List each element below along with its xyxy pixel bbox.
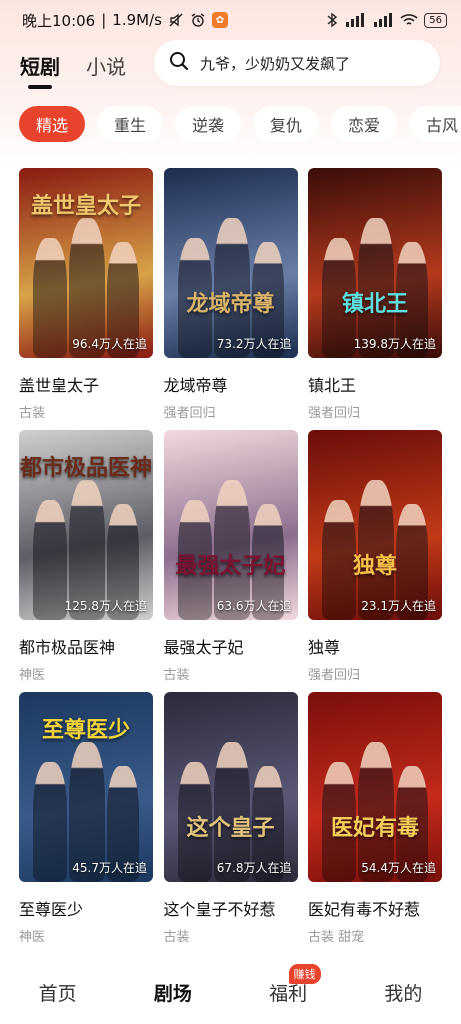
view-count: 45.7万人在追	[72, 861, 147, 875]
nav-label: 我的	[384, 982, 423, 1005]
bluetooth-icon	[326, 12, 338, 28]
wifi-icon	[400, 13, 418, 27]
category-chips: 精选 重生 逆袭 复仇 恋爱 古风	[19, 106, 461, 142]
drama-title[interactable]: 最强太子妃	[164, 634, 298, 658]
drama-card[interactable]: 最强太子妃 63.6万人在追 最强太子妃 古装	[163, 430, 298, 683]
drama-title[interactable]: 至尊医少	[19, 896, 153, 920]
drama-tag: 强者回归	[163, 406, 216, 421]
drama-tag: 古装	[19, 406, 46, 421]
drama-poster[interactable]: 都市极品医神 125.8万人在追	[19, 430, 153, 620]
nav-home[interactable]: 首页	[0, 960, 115, 1024]
view-count: 63.6万人在追	[216, 599, 292, 613]
category-chip[interactable]: 精选	[19, 106, 85, 142]
drama-tag: 强者回归	[308, 668, 361, 683]
category-chip[interactable]: 复仇	[253, 106, 319, 142]
bottom-nav: 首页 剧场 福利 赚钱 我的	[0, 960, 461, 1024]
drama-poster[interactable]: 至尊医少 45.7万人在追	[19, 692, 153, 882]
drama-tag: 古装	[163, 930, 190, 945]
drama-tag: 古装 甜宠	[308, 930, 365, 945]
view-count: 139.8万人在追	[353, 337, 436, 351]
category-chip[interactable]: 重生	[97, 106, 163, 142]
drama-title[interactable]: 龙域帝尊	[164, 372, 298, 396]
poster-title-art: 盖世皇太子	[30, 193, 141, 219]
view-count: 23.1万人在追	[361, 599, 436, 613]
top-header: 短剧 小说 九爷，少奶奶又发飙了	[0, 40, 461, 90]
drama-title[interactable]: 都市极品医神	[19, 634, 153, 658]
view-count: 96.4万人在追	[72, 337, 147, 351]
poster-title-art: 医妃有毒	[330, 815, 419, 841]
view-count: 67.8万人在追	[216, 861, 292, 875]
mute-icon	[168, 12, 184, 28]
drama-card[interactable]: 镇北王 139.8万人在追 镇北王 强者回归	[308, 168, 442, 421]
drama-card[interactable]: 这个皇子 67.8万人在追这个皇子不好惹古装	[163, 692, 298, 945]
drama-title[interactable]: 镇北王	[308, 372, 442, 396]
drama-card[interactable]: 盖世皇太子 96.4万人在追 盖世皇太子 古装	[19, 168, 153, 421]
drama-card[interactable]: 独尊 23.1万人在追 独尊 强者回归	[308, 430, 442, 683]
status-speed: 1.9M/s	[112, 11, 162, 29]
status-divider: |	[101, 11, 107, 29]
poster-title-art: 龙域帝尊	[186, 291, 275, 317]
tab-short-drama[interactable]: 短剧	[20, 51, 60, 89]
alarm-icon	[190, 12, 206, 28]
nav-welfare[interactable]: 福利 赚钱	[231, 960, 346, 1024]
nav-label: 首页	[38, 982, 77, 1005]
drama-tag: 强者回归	[308, 406, 361, 421]
nav-theater[interactable]: 剧场	[115, 960, 230, 1024]
poster-title-art: 都市极品医神	[19, 455, 152, 481]
poster-title-art: 最强太子妃	[175, 553, 286, 579]
drama-title[interactable]: 医妃有毒不好惹	[308, 896, 442, 920]
drama-poster[interactable]: 盖世皇太子 96.4万人在追	[19, 168, 153, 358]
drama-poster[interactable]: 最强太子妃 63.6万人在追	[163, 430, 298, 620]
drama-poster[interactable]: 龙域帝尊 73.2万人在追	[163, 168, 298, 358]
tab-novel[interactable]: 小说	[86, 51, 126, 80]
search-hint-text: 九爷，少奶奶又发飙了	[200, 54, 351, 73]
battery-icon: 56	[424, 12, 447, 28]
search-icon	[168, 50, 190, 76]
category-chip[interactable]: 逆袭	[175, 106, 241, 142]
poster-title-art: 至尊医少	[41, 717, 130, 743]
nav-label: 剧场	[153, 982, 192, 1005]
drama-poster[interactable]: 独尊 23.1万人在追	[308, 430, 442, 620]
view-count: 125.8万人在追	[64, 599, 147, 613]
drama-tag: 神医	[19, 930, 46, 945]
app-badge-icon: ✿	[211, 12, 228, 28]
drama-title[interactable]: 盖世皇太子	[19, 372, 153, 396]
nav-mine[interactable]: 我的	[346, 960, 461, 1024]
drama-title[interactable]: 这个皇子不好惹	[164, 896, 298, 920]
poster-figure	[33, 500, 67, 620]
status-time: 晚上10:06	[22, 11, 96, 30]
poster-title-art: 独尊	[352, 553, 397, 579]
poster-figure	[33, 238, 67, 358]
drama-poster[interactable]: 这个皇子 67.8万人在追	[163, 692, 298, 882]
drama-card[interactable]: 都市极品医神 125.8万人在追 都市极品医神 神医	[19, 430, 153, 683]
signal-icon	[344, 13, 366, 27]
drama-card[interactable]: 至尊医少 45.7万人在追 至尊医少 神医	[19, 692, 153, 945]
drama-tag: 古装	[163, 668, 190, 683]
category-chip[interactable]: 恋爱	[331, 106, 397, 142]
view-count: 54.4万人在追	[361, 861, 436, 875]
nav-badge: 赚钱	[288, 964, 321, 984]
drama-title[interactable]: 独尊	[308, 634, 442, 658]
signal-icon	[372, 13, 394, 27]
drama-tag: 神医	[19, 668, 46, 683]
poster-title-art: 镇北王	[341, 291, 408, 317]
drama-poster[interactable]: 镇北王 139.8万人在追	[308, 168, 442, 358]
view-count: 73.2万人在追	[216, 337, 292, 351]
poster-figure	[33, 762, 67, 882]
category-chip[interactable]: 古风	[409, 106, 461, 142]
poster-title-art: 这个皇子	[186, 815, 275, 841]
drama-card[interactable]: 医妃有毒 54.4万人在追医妃有毒不好惹古装 甜宠	[308, 692, 442, 945]
search-bar[interactable]: 九爷，少奶奶又发飙了	[154, 40, 440, 86]
status-bar: 晚上10:06 | 1.9M/s ✿ 56	[0, 0, 461, 40]
drama-card[interactable]: 龙域帝尊 73.2万人在追 龙域帝尊 强者回归	[163, 168, 298, 421]
drama-poster[interactable]: 医妃有毒 54.4万人在追	[308, 692, 442, 882]
